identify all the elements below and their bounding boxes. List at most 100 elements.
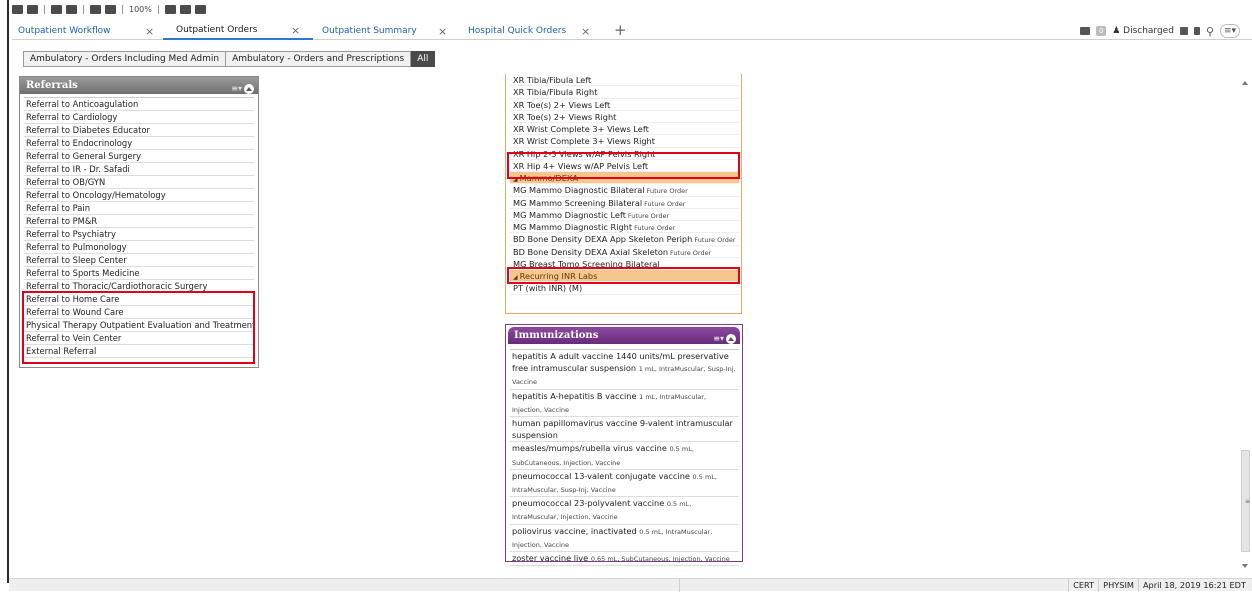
list-item[interactable]: Referral to Oncology/Hematology [24,189,254,202]
list-item[interactable]: XR Wrist Complete 3+ Views Right [510,135,739,148]
zoom-out-icon[interactable] [105,4,116,14]
list-item[interactable]: XR Wrist Complete 3+ Views Left [510,123,739,136]
scroll-up-icon[interactable] [1242,81,1248,85]
patient-status[interactable]: ♟ Discharged [1112,26,1174,36]
tab-label: Outpatient Workflow [18,26,111,36]
list-item[interactable]: poliovirus vaccine, inactivated 0.5 mL, … [510,525,739,553]
list-item[interactable]: External Referral [24,345,254,358]
list-item[interactable]: Referral to Sleep Center [24,254,254,267]
tab-label: Outpatient Orders [176,25,258,35]
filter-orders-and-prescriptions[interactable]: Ambulatory - Orders and Prescriptions [226,51,412,67]
list-item[interactable]: Referral to Wound Care [24,306,254,319]
list-item[interactable]: Referral to PM&R [24,215,254,228]
list-item[interactable]: Referral to General Surgery [24,150,254,163]
list-item[interactable]: hepatitis A adult vaccine 1440 units/mL … [510,350,739,390]
list-item[interactable]: XR Tibia/Fibula Left [510,74,739,87]
inbox-icon[interactable] [1080,27,1091,35]
toolbar-separator [122,4,123,14]
tab-outpatient-summary[interactable]: Outpatient Summary × [322,22,447,40]
add-tab-icon[interactable]: + [614,22,627,38]
collapse-triangle-icon[interactable]: ◢ [513,274,518,281]
list-item[interactable]: measles/mumps/rubella virus vaccine 0.5 … [510,442,739,470]
print-icon[interactable] [12,4,23,14]
forward-icon[interactable] [66,4,77,14]
vaccine-name: poliovirus vaccine, inactivated [512,525,637,536]
save-icon[interactable] [194,4,206,14]
list-item[interactable]: Referral to Diabetes Educator [24,124,254,137]
refresh-icon[interactable] [164,4,176,14]
list-item[interactable]: Referral to Sports Medicine [24,267,254,280]
list-item[interactable]: pneumococcal 23-polyvalent vaccine 0.5 m… [510,497,739,525]
list-item[interactable]: Referral to Pain [24,202,254,215]
referrals-panel: Referrals ≡▾ Referral to Anticoagulation… [19,76,259,368]
close-icon[interactable]: × [438,25,447,38]
list-item[interactable]: MG Mammo Diagnostic Left Future Order [510,209,739,221]
immunizations-title: Immunizations [514,330,599,341]
close-icon[interactable]: × [145,25,154,38]
page-scrollbar[interactable]: ≡ [1239,74,1252,574]
list-item[interactable]: BD Bone Density DEXA App Skeleton Periph… [510,233,739,246]
tab-label: Hospital Quick Orders [468,26,567,36]
order-name: XR Hip 4+ Views w/AP Pelvis Left [513,160,649,171]
list-item[interactable]: hepatitis A-hepatitis B vaccine 1 mL, In… [510,390,739,418]
vaccine-name: human papillomavirus vaccine 9-valent in… [512,418,733,441]
tab-hospital-quick-orders[interactable]: Hospital Quick Orders × [468,22,590,40]
list-item[interactable]: Referral to Cardiology [24,111,254,124]
menu-button[interactable]: ≡▾ [1220,24,1240,38]
collapse-icon[interactable] [726,333,736,344]
list-item[interactable]: XR Tibia/Fibula Right [510,86,739,99]
list-item[interactable]: MG Breast Tomo Screening Bilateral [510,258,739,270]
list-item[interactable]: Referral to Psychiatry [24,228,254,241]
filter-orders-including-med-admin[interactable]: Ambulatory - Orders Including Med Admin [23,51,227,67]
list-item[interactable]: Referral to Anticoagulation [24,98,254,111]
scroll-down-icon[interactable] [1242,564,1248,568]
scroll-thumb[interactable]: ≡ [1241,450,1250,552]
collapse-icon[interactable] [244,83,254,94]
back-icon[interactable] [51,4,62,14]
settings-icon[interactable] [179,4,191,14]
list-item[interactable]: Physical Therapy Outpatient Evaluation a… [24,319,254,332]
list-item[interactable]: Referral to OB/GYN [24,176,254,189]
section-header-recurring-inr-labs[interactable]: ◢ Recurring INR Labs [510,270,739,283]
list-item[interactable]: pneumococcal 13-valent conjugate vaccine… [510,470,739,498]
list-item[interactable]: Referral to Vein Center [24,332,254,345]
tab-outpatient-orders[interactable]: Outpatient Orders × [163,22,313,40]
tab-outpatient-workflow[interactable]: Outpatient Workflow × [18,22,154,40]
list-item[interactable]: MG Mammo Diagnostic Right Future Order [510,221,739,234]
list-item[interactable]: XR Hip 4+ Views w/AP Pelvis Left [510,160,739,172]
search-icon[interactable]: ⚲ [1206,25,1214,38]
panel-menu-icon[interactable]: ≡▾ [713,330,724,347]
toolbar-separator [157,4,159,14]
list-item[interactable]: Referral to Endocrinology [24,137,254,150]
section-header-mammo-dexa[interactable]: ◢ Mammo/DEXA [510,172,739,185]
close-icon[interactable]: × [291,24,300,37]
list-item[interactable]: XR Toe(s) 2+ Views Left [510,99,739,111]
order-name: MG Mammo Screening Bilateral [513,197,643,208]
collapse-triangle-icon[interactable]: ◢ [513,176,518,183]
panel-menu-icon[interactable]: ≡▾ [231,80,242,97]
list-item[interactable]: human papillomavirus vaccine 9-valent in… [510,417,739,443]
list-item[interactable]: Referral to IR - Dr. Safadi [24,163,254,176]
close-icon[interactable]: × [581,25,590,38]
list-item[interactable]: MG Mammo Screening Bilateral Future Order [510,197,739,209]
filter-all[interactable]: All [411,51,436,67]
list-item[interactable]: PT (with INR) (M) [510,282,739,295]
tab-label: Outpatient Summary [322,26,417,36]
list-item[interactable]: BD Bone Density DEXA Axial Skeleton Futur… [510,246,739,258]
vaccine-name: hepatitis A-hepatitis B vaccine [512,390,637,401]
layout-icon[interactable] [27,4,38,14]
list-item[interactable]: MG Mammo Diagnostic Bilateral Future Orde… [510,184,739,197]
order-note: Future Order [627,211,670,220]
tag-icon[interactable] [1179,27,1188,35]
list-item[interactable]: XR Toe(s) 2+ Views Right [510,111,739,123]
list-item[interactable]: zoster vaccine live 0.65 mL, SubCutaneou… [510,552,739,567]
toolbar-separator [83,4,84,14]
bookmark-icon[interactable] [1193,27,1200,35]
user-label: PHYSIM [1098,579,1138,592]
zoom-in-icon[interactable] [90,4,101,14]
list-item[interactable]: Referral to Thoracic/Cardiothoracic Surg… [24,280,254,293]
list-item[interactable]: Referral to Home Care [24,293,254,306]
order-name: PT (with INR) (M) [513,283,583,294]
list-item[interactable]: Referral to Pulmonology [24,241,254,254]
list-item[interactable]: XR Hip 2-3 Views w/AP Pelvis Right [510,148,739,160]
